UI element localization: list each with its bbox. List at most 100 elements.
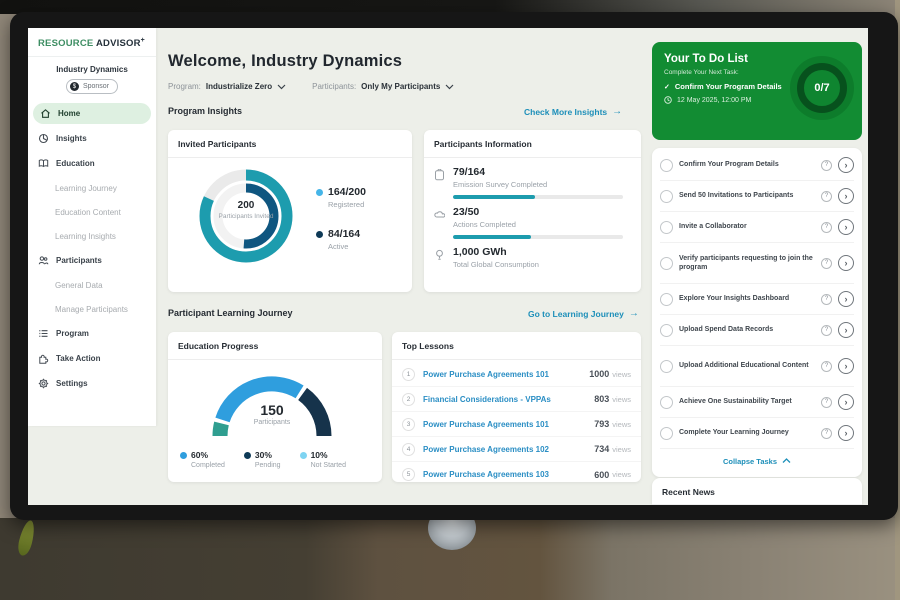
task-checkbox[interactable] (660, 396, 673, 409)
sidebar-item-program[interactable]: Program (28, 321, 156, 346)
logo-advisor: ADVISOR (96, 38, 141, 49)
help-icon[interactable] (821, 325, 832, 336)
lesson-link[interactable]: Power Purchase Agreements 101 (423, 420, 594, 429)
settings-icon (38, 378, 49, 389)
sidebar-item-label: Participants (56, 256, 102, 265)
sidebar-item-take-action[interactable]: Take Action (28, 346, 156, 371)
task-row[interactable]: Upload Additional Educational Content (660, 346, 854, 387)
task-checkbox[interactable] (660, 190, 673, 203)
chevron-right-button[interactable] (838, 358, 854, 374)
sidebar-item-learning-journey[interactable]: Learning Journey (28, 176, 156, 200)
help-icon[interactable] (821, 361, 832, 372)
todo-next-task: Confirm Your Program Details (675, 82, 782, 91)
check-more-insights-link[interactable]: Check More Insights (524, 106, 622, 117)
lesson-link[interactable]: Power Purchase Agreements 102 (423, 445, 594, 454)
legend-label: Completed (191, 462, 225, 469)
sidebar-item-manage-participants[interactable]: Manage Participants (28, 297, 156, 321)
card-title: Top Lessons (392, 332, 641, 360)
task-row[interactable]: Verify participants requesting to join t… (660, 243, 854, 284)
legend-label: Pending (255, 462, 281, 469)
task-checkbox[interactable] (660, 221, 673, 234)
sidebar-item-education-content[interactable]: Education Content (28, 200, 156, 224)
task-checkbox[interactable] (660, 427, 673, 440)
task-row[interactable]: Confirm Your Program Details (660, 150, 854, 181)
help-icon[interactable] (821, 428, 832, 439)
chevron-right-button[interactable] (838, 188, 854, 204)
legend-pending: 30% Pending (244, 450, 281, 469)
lesson-rank: 1 (402, 368, 415, 381)
todo-progress-value: 0/7 (814, 82, 829, 94)
recent-news-card: Recent News (652, 478, 862, 505)
gauge-center-label: Participants (232, 419, 312, 426)
lesson-rank: 4 (402, 443, 415, 456)
sidebar-item-learning-insights[interactable]: Learning Insights (28, 224, 156, 248)
photo-stage: RESOURCE ADVISOR+ Industry Dynamics $ Sp… (0, 0, 900, 600)
metric-value: 79/164 (453, 166, 623, 178)
task-checkbox[interactable] (660, 293, 673, 306)
go-to-learning-journey-link[interactable]: Go to Learning Journey (528, 308, 639, 319)
legend-dot (180, 452, 187, 459)
task-row[interactable]: Complete Your Learning Journey (660, 418, 854, 449)
chevron-right-button[interactable] (838, 425, 854, 441)
legend-dot (316, 231, 323, 238)
metric-consumption: 1,000 GWh Total Global Consumption (434, 246, 539, 269)
participants-icon (38, 255, 49, 266)
lesson-rank: 2 (402, 393, 415, 406)
help-icon[interactable] (821, 222, 832, 233)
sidebar-item-label: Insights (56, 134, 87, 143)
task-checkbox[interactable] (660, 360, 673, 373)
help-icon[interactable] (821, 294, 832, 305)
lesson-views: 734 (594, 444, 609, 454)
chevron-right-button[interactable] (838, 394, 854, 410)
sidebar-item-label: Settings (56, 379, 88, 388)
sponsor-badge[interactable]: $ Sponsor (66, 79, 118, 94)
lesson-link[interactable]: Power Purchase Agreements 101 (423, 370, 589, 379)
lesson-link[interactable]: Financial Considerations - VPPAs (423, 395, 594, 404)
task-row[interactable]: Explore Your Insights Dashboard (660, 284, 854, 315)
chevron-down-icon (277, 84, 286, 90)
check-circle-icon (664, 82, 670, 91)
lesson-rank: 5 (402, 468, 415, 481)
task-checkbox[interactable] (660, 324, 673, 337)
sidebar-item-insights[interactable]: Insights (28, 126, 156, 151)
sidebar-item-label: Take Action (56, 354, 100, 363)
program-insights-heading: Program Insights (168, 106, 242, 116)
lesson-views-label: views (612, 370, 631, 379)
task-checkbox[interactable] (660, 257, 673, 270)
task-row[interactable]: Send 50 Invitations to Participants (660, 181, 854, 212)
legend-registered: 164/200 Registered (316, 186, 366, 209)
sidebar-item-participants[interactable]: Participants (28, 248, 156, 273)
metric-emission-survey: 79/164 Emission Survey Completed (434, 166, 623, 199)
task-label: Confirm Your Program Details (679, 160, 815, 169)
invited-participants-card: Invited Participants 200 Participants In… (168, 130, 412, 292)
sidebar-item-general-data[interactable]: General Data (28, 273, 156, 297)
task-label: Achieve One Sustainability Target (679, 397, 815, 406)
monitor-bezel: RESOURCE ADVISOR+ Industry Dynamics $ Sp… (10, 12, 898, 520)
chevron-right-button[interactable] (838, 255, 854, 271)
help-icon[interactable] (821, 397, 832, 408)
collapse-tasks-link[interactable]: Collapse Tasks (660, 449, 854, 473)
task-row[interactable]: Upload Spend Data Records (660, 315, 854, 346)
legend-dot (244, 452, 251, 459)
participants-filter[interactable]: Participants: Only My Participants (312, 82, 454, 91)
help-icon[interactable] (821, 191, 832, 202)
metric-label: Emission Survey Completed (453, 180, 623, 189)
lesson-link[interactable]: Power Purchase Agreements 103 (423, 470, 594, 479)
task-checkbox[interactable] (660, 159, 673, 172)
chevron-right-button[interactable] (838, 322, 854, 338)
chevron-right-button[interactable] (838, 291, 854, 307)
todo-progress-ring: 0/7 (790, 56, 854, 120)
top-lessons-card: Top Lessons 1 Power Purchase Agreements … (392, 332, 641, 482)
help-icon[interactable] (821, 160, 832, 171)
task-row[interactable]: Invite a Collaborator (660, 212, 854, 243)
chevron-right-button[interactable] (838, 219, 854, 235)
sidebar-item-settings[interactable]: Settings (28, 371, 156, 396)
sidebar-item-label: Learning Insights (55, 232, 116, 241)
sidebar-item-home[interactable]: Home (33, 103, 151, 124)
chevron-right-button[interactable] (838, 157, 854, 173)
help-icon[interactable] (821, 258, 832, 269)
program-filter[interactable]: Program: Industrialize Zero (168, 82, 286, 91)
task-row[interactable]: Achieve One Sustainability Target (660, 387, 854, 418)
sidebar-item-education[interactable]: Education (28, 151, 156, 176)
education-progress-card: Education Progress 150 Participants 60% … (168, 332, 382, 482)
